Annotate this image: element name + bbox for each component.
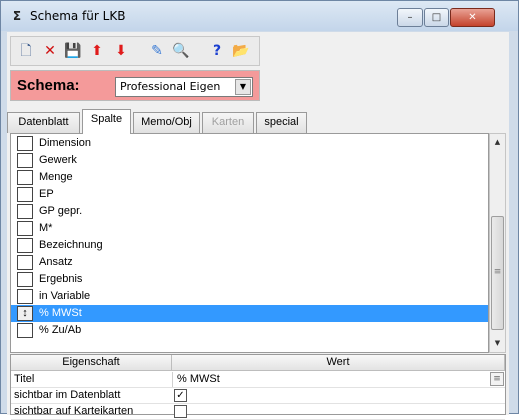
toolbar: 🗋 ✕ 💾 ⬆ ⬇ ✎ 🔍 ? 📂 <box>10 36 260 66</box>
list-item-label: M* <box>39 222 53 234</box>
row-checkbox[interactable] <box>17 221 33 236</box>
row-checkbox[interactable] <box>17 170 33 185</box>
scroll-up-icon[interactable]: ▲ <box>490 134 505 151</box>
list-item[interactable]: Bezeichnung <box>11 237 488 254</box>
list-item[interactable]: Ansatz <box>11 254 488 271</box>
property-name: sichtbar auf Karteikarten <box>14 405 134 417</box>
list-item-label: Gewerk <box>39 154 77 166</box>
list-item[interactable]: M* <box>11 220 488 237</box>
property-value-input[interactable]: % MWSt <box>172 372 490 387</box>
row-checkbox[interactable] <box>17 187 33 202</box>
list-item-label: % Zu/Ab <box>39 324 82 336</box>
app-icon: Σ <box>12 9 22 23</box>
property-value-header: Wert <box>172 355 505 371</box>
scroll-down-icon[interactable]: ▼ <box>490 335 505 352</box>
property-row[interactable]: Titel % MWSt <box>11 372 505 388</box>
column-list[interactable]: Dimension Gewerk Menge EP GP gepr. M* Be… <box>10 133 489 353</box>
minimize-button[interactable]: – <box>397 8 423 27</box>
open-folder-icon[interactable]: 📂 <box>231 41 251 61</box>
property-name-header: Eigenschaft <box>11 355 172 371</box>
save-icon[interactable]: 💾 <box>63 41 83 61</box>
row-checkbox[interactable] <box>17 204 33 219</box>
edit-icon[interactable]: ✎ <box>147 41 167 61</box>
row-checkbox[interactable] <box>17 255 33 270</box>
list-item-label: Bezeichnung <box>39 239 103 251</box>
row-checkbox[interactable] <box>17 153 33 168</box>
close-button[interactable]: ✕ <box>450 8 495 27</box>
tab-karten: Karten <box>202 112 254 133</box>
list-item-label: GP gepr. <box>39 205 83 217</box>
schema-selected-value: Professional Eigen <box>120 80 221 93</box>
list-item-label: % MWSt <box>39 307 82 319</box>
property-name: sichtbar im Datenblatt <box>14 389 121 401</box>
tab-special[interactable]: special <box>256 112 307 133</box>
row-checkbox[interactable] <box>17 289 33 304</box>
help-icon[interactable]: ? <box>207 41 227 61</box>
list-item-selected[interactable]: ↕ % MWSt <box>11 305 488 322</box>
list-item-label: Ergebnis <box>39 273 83 285</box>
list-item-label: Dimension <box>39 137 91 149</box>
title-bar[interactable]: Σ Schema für LKB – □ ✕ <box>1 1 518 31</box>
visible-in-datasheet-checkbox[interactable]: ✓ <box>174 389 187 402</box>
list-item[interactable]: Gewerk <box>11 152 488 169</box>
row-checkbox[interactable] <box>17 272 33 287</box>
row-checkbox[interactable] <box>17 323 33 338</box>
tab-strip: Datenblatt Spalte Memo/Obj Karten specia… <box>7 109 509 134</box>
move-up-icon[interactable]: ⬆ <box>87 41 107 61</box>
list-item-label: Ansatz <box>39 256 73 268</box>
preview-icon[interactable]: 🔍 <box>171 41 191 61</box>
list-item[interactable]: EP <box>11 186 488 203</box>
list-item[interactable]: in Variable <box>11 288 488 305</box>
maximize-button[interactable]: □ <box>424 8 449 27</box>
move-down-icon[interactable]: ⬇ <box>111 41 131 61</box>
new-icon[interactable]: 🗋 <box>16 41 36 61</box>
app-window: Σ Schema für LKB – □ ✕ 🗋 ✕ 💾 ⬆ ⬇ ✎ 🔍 ? 📂… <box>0 0 519 420</box>
property-row[interactable]: sichtbar im Datenblatt ✓ <box>11 388 505 404</box>
tab-datenblatt[interactable]: Datenblatt <box>7 112 80 133</box>
property-row[interactable]: sichtbar auf Karteikarten <box>11 404 505 420</box>
tab-memo-obj[interactable]: Memo/Obj <box>133 112 200 133</box>
list-item[interactable]: Menge <box>11 169 488 186</box>
property-name: Titel <box>14 373 35 385</box>
properties-grid: Eigenschaft Wert Titel % MWSt ≡ sichtbar… <box>10 354 506 420</box>
list-item[interactable]: Dimension <box>11 135 488 152</box>
ellipsis-icon[interactable]: ≡ <box>490 372 504 386</box>
list-item[interactable]: GP gepr. <box>11 203 488 220</box>
client-area: 🗋 ✕ 💾 ⬆ ⬇ ✎ 🔍 ? 📂 Schema: Professional E… <box>7 32 509 420</box>
visible-on-cards-checkbox[interactable] <box>174 405 187 418</box>
list-item[interactable]: % Zu/Ab <box>11 322 488 339</box>
list-scrollbar[interactable]: ▲ ≡ ▼ <box>489 133 506 353</box>
window-title: Schema für LKB <box>30 9 126 23</box>
tab-spalte[interactable]: Spalte <box>82 109 131 134</box>
row-checkbox[interactable] <box>17 238 33 253</box>
list-item[interactable]: Ergebnis <box>11 271 488 288</box>
list-item-label: in Variable <box>39 290 91 302</box>
list-item-label: Menge <box>39 171 73 183</box>
schema-bar: Schema: Professional Eigen ▼ <box>10 70 260 101</box>
chevron-down-icon[interactable]: ▼ <box>235 79 251 95</box>
delete-icon[interactable]: ✕ <box>40 41 60 61</box>
list-item-label: EP <box>39 188 54 200</box>
scroll-thumb[interactable]: ≡ <box>491 216 504 330</box>
schema-select[interactable]: Professional Eigen ▼ <box>115 77 253 97</box>
drag-handle-icon[interactable]: ↕ <box>17 306 33 321</box>
schema-label: Schema: <box>17 77 80 94</box>
row-checkbox[interactable] <box>17 136 33 151</box>
